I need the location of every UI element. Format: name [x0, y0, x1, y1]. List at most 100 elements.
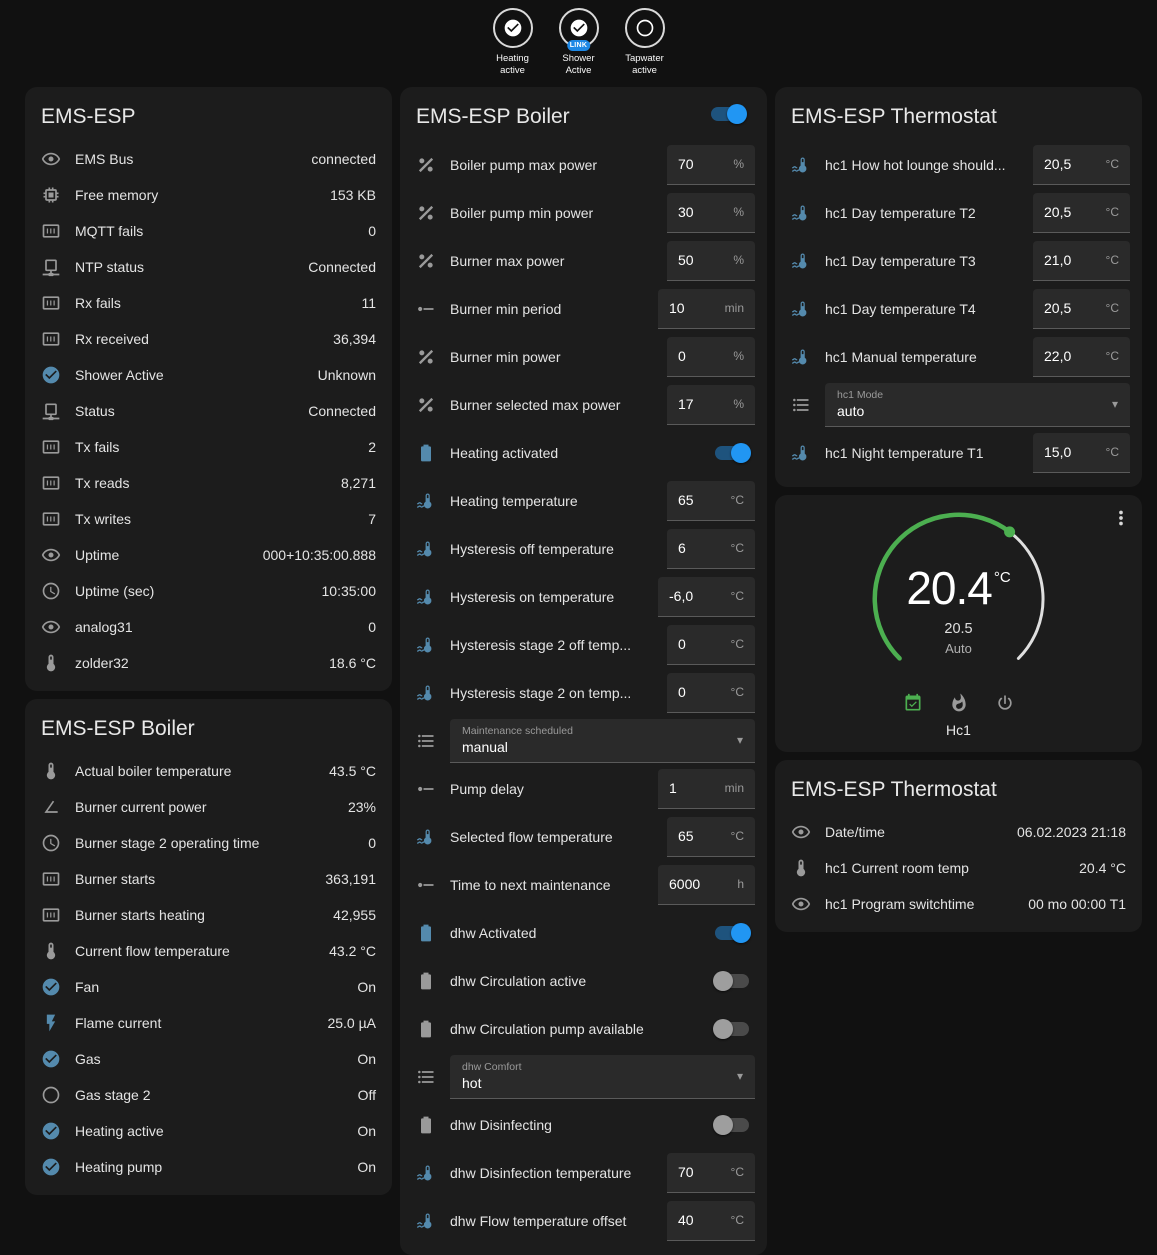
badge-circle: LINK [559, 8, 599, 48]
mode-off-button[interactable] [995, 693, 1015, 713]
row-label: hc1 Night temperature T1 [825, 445, 1033, 461]
thermostat-dial[interactable]: 20.4 °C 20.5 Auto [859, 507, 1059, 689]
sensor-row-mqtt-fails[interactable]: MQTT fails0 [25, 213, 392, 249]
row-label: Rx fails [75, 295, 353, 311]
number-input-hc1-day-temperature-t4[interactable]: 20,5°C [1033, 289, 1130, 329]
number-input-burner-min-period[interactable]: 10min [658, 289, 755, 329]
sensor-row-hc1-program-switchtime[interactable]: hc1 Program switchtime00 mo 00:00 T1 [775, 886, 1142, 922]
number-input-pump-delay[interactable]: 1min [658, 769, 755, 809]
sensor-row-gas-stage-2[interactable]: Gas stage 2Off [25, 1077, 392, 1113]
list-icon [416, 1067, 436, 1087]
sensor-row-status[interactable]: StatusConnected [25, 393, 392, 429]
mode-heat-button[interactable] [949, 693, 969, 713]
number-input-boiler-pump-min-power[interactable]: 30% [667, 193, 755, 233]
sensor-row-rx-received[interactable]: Rx received36,394 [25, 321, 392, 357]
number-input-burner-selected-max-power[interactable]: 17% [667, 385, 755, 425]
card-title: EMS-ESP Thermostat [775, 87, 1142, 141]
sensor-row-date-time[interactable]: Date/time06.02.2023 21:18 [775, 814, 1142, 850]
unit-label: % [733, 157, 744, 171]
sensor-row-ems-bus[interactable]: EMS Busconnected [25, 141, 392, 177]
card-thermostat-gauge: 20.4 °C 20.5 Auto Hc1 [775, 495, 1142, 752]
select-field-maintenance-scheduled[interactable]: Maintenance scheduledmanual▾ [450, 719, 755, 763]
select-field-hc1-mode[interactable]: hc1 Modeauto▾ [825, 383, 1130, 427]
number-input-burner-max-power[interactable]: 50% [667, 241, 755, 281]
sensor-row-uptime-sec[interactable]: Uptime (sec)10:35:00 [25, 573, 392, 609]
sensor-row-uptime[interactable]: Uptime000+10:35:00.888 [25, 537, 392, 573]
number-input-time-to-next-maintenance[interactable]: 6000h [658, 865, 755, 905]
number-input-heating-temperature[interactable]: 65°C [667, 481, 755, 521]
toggle-dhw-disinfecting[interactable] [715, 1118, 749, 1132]
card-enable-toggle[interactable] [711, 107, 745, 121]
entity-badge-shower-active[interactable]: LINKShower Active [550, 8, 608, 77]
row-value: On [357, 1051, 376, 1067]
sensor-row-burner-starts-heating[interactable]: Burner starts heating42,955 [25, 897, 392, 933]
row-value: Off [358, 1087, 376, 1103]
sensor-row-burner-stage-2-operating-time[interactable]: Burner stage 2 operating time0 [25, 825, 392, 861]
number-input-hysteresis-stage-2-off-temp[interactable]: 0°C [667, 625, 755, 665]
row-label: dhw Activated [450, 925, 715, 941]
sensor-row-shower-active[interactable]: Shower ActiveUnknown [25, 357, 392, 393]
card-ems-esp: EMS-ESP EMS BusconnectedFree memory153 K… [25, 87, 392, 691]
unit-label: °C [731, 829, 744, 843]
number-input-hc1-day-temperature-t3[interactable]: 21,0°C [1033, 241, 1130, 281]
sensor-row-fan[interactable]: FanOn [25, 969, 392, 1005]
sensor-row-tx-reads[interactable]: Tx reads8,271 [25, 465, 392, 501]
number-input-hc1-how-hot-lounge-should[interactable]: 20,5°C [1033, 145, 1130, 185]
sensor-row-ntp-status[interactable]: NTP statusConnected [25, 249, 392, 285]
number-input-dhw-disinfection-temperature[interactable]: 70°C [667, 1153, 755, 1193]
sensor-row-analog31[interactable]: analog310 [25, 609, 392, 645]
sensor-row-burner-current-power[interactable]: Burner current power23% [25, 789, 392, 825]
sensor-row-free-memory[interactable]: Free memory153 KB [25, 177, 392, 213]
number-input-hysteresis-off-temperature[interactable]: 6°C [667, 529, 755, 569]
sensor-row-zolder32[interactable]: zolder3218.6 °C [25, 645, 392, 681]
row-label: Burner selected max power [450, 397, 667, 413]
select-label: dhw Comfort [462, 1061, 729, 1073]
number-input-hc1-manual-temperature[interactable]: 22,0°C [1033, 337, 1130, 377]
row-label: dhw Disinfecting [450, 1117, 715, 1133]
toggle-dhw-circulation-pump-available[interactable] [715, 1022, 749, 1036]
number-input-dhw-flow-temperature-offset[interactable]: 40°C [667, 1201, 755, 1241]
sensor-row-actual-boiler-temperature[interactable]: Actual boiler temperature43.5 °C [25, 753, 392, 789]
percent-icon [416, 395, 436, 415]
sensor-row-rx-fails[interactable]: Rx fails11 [25, 285, 392, 321]
row-label: Rx received [75, 331, 325, 347]
sensor-row-gas[interactable]: GasOn [25, 1041, 392, 1077]
sensor-row-current-flow-temperature[interactable]: Current flow temperature43.2 °C [25, 933, 392, 969]
number-input-boiler-pump-max-power[interactable]: 70% [667, 145, 755, 185]
entity-badge-heating-active[interactable]: Heating active [484, 8, 542, 77]
row-label: dhw Circulation pump available [450, 1021, 715, 1037]
mode-auto-button[interactable] [903, 693, 923, 713]
entity-badge-tapwater-active[interactable]: Tapwater active [616, 8, 674, 77]
toggle-dhw-activated[interactable] [715, 926, 749, 940]
sensor-row-tx-writes[interactable]: Tx writes7 [25, 501, 392, 537]
number-value: 40 [678, 1212, 727, 1228]
number-input-hysteresis-on-temperature[interactable]: -6,0°C [658, 577, 755, 617]
number-input-hc1-night-temperature-t1[interactable]: 15,0°C [1033, 433, 1130, 473]
sensor-row-flame-current[interactable]: Flame current25.0 µA [25, 1005, 392, 1041]
number-input-hysteresis-stage-2-on-temp[interactable]: 0°C [667, 673, 755, 713]
battery-icon [416, 923, 436, 943]
number-input-hc1-day-temperature-t2[interactable]: 20,5°C [1033, 193, 1130, 233]
sensor-row-hc1-current-room-temp[interactable]: hc1 Current room temp20.4 °C [775, 850, 1142, 886]
row-value: 000+10:35:00.888 [263, 547, 376, 563]
toggle-heating-activated[interactable] [715, 446, 749, 460]
check-circle-icon [41, 1049, 61, 1069]
row-label: Burner current power [75, 799, 340, 815]
sensor-row-heating-active[interactable]: Heating activeOn [25, 1113, 392, 1149]
select-field-dhw-comfort[interactable]: dhw Comforthot▾ [450, 1055, 755, 1099]
sensor-row-burner-starts[interactable]: Burner starts363,191 [25, 861, 392, 897]
number-input-burner-min-power[interactable]: 0% [667, 337, 755, 377]
number-value: 0 [678, 348, 729, 364]
toggle-dhw-circulation-active[interactable] [715, 974, 749, 988]
row-label: Free memory [75, 187, 322, 203]
card-title: EMS-ESP Thermostat [775, 760, 1142, 814]
sensor-row-heating-pump[interactable]: Heating pumpOn [25, 1149, 392, 1185]
select-text: dhw Comforthot [462, 1061, 729, 1091]
row-label: hc1 Manual temperature [825, 349, 1033, 365]
number-row-burner-min-power: Burner min power0% [400, 333, 767, 381]
number-input-selected-flow-temperature[interactable]: 65°C [667, 817, 755, 857]
number-value: 6000 [669, 876, 733, 892]
unit-label: min [725, 301, 744, 315]
sensor-row-tx-fails[interactable]: Tx fails2 [25, 429, 392, 465]
more-options-icon[interactable] [1110, 507, 1132, 529]
